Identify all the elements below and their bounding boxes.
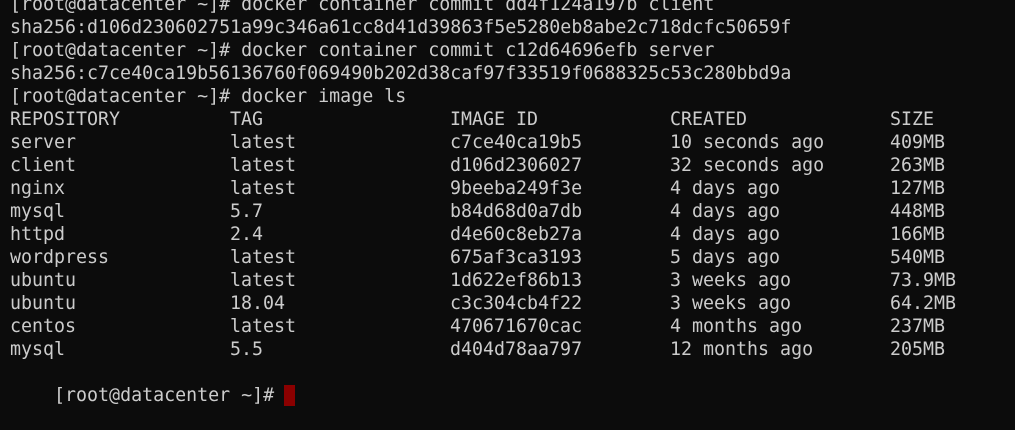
cell-created: 3 weeks ago [670, 293, 792, 314]
header-size: SIZE [890, 109, 935, 130]
cell-created: 5 days ago [670, 247, 781, 268]
cell-repository: httpd [10, 224, 66, 245]
header-tag: TAG [230, 109, 264, 130]
cell-image-id: 1d622ef86b13 [450, 270, 583, 291]
output-digest-1: sha256:d106d230602751a99c346a61cc8d41d39… [10, 17, 792, 38]
table-row: ubuntu 18.04 c3c304cb4f22 3 weeks ago 64… [10, 292, 1015, 315]
table-row: httpd 2.4 d4e60c8eb27a 4 days ago 166MB [10, 223, 1015, 246]
cell-size: 448MB [890, 201, 946, 222]
cell-repository: ubuntu [10, 270, 77, 291]
cell-repository: wordpress [10, 247, 110, 268]
header-created: CREATED [670, 109, 748, 130]
cell-created: 32 seconds ago [670, 155, 825, 176]
cell-tag: latest [230, 155, 297, 176]
cell-size: 127MB [890, 178, 946, 199]
table-row: server latest c7ce40ca19b5 10 seconds ag… [10, 131, 1015, 154]
cell-tag: 2.4 [230, 224, 264, 245]
cell-image-id: c3c304cb4f22 [450, 293, 583, 314]
cell-image-id: 675af3ca3193 [450, 247, 583, 268]
cell-tag: latest [230, 132, 297, 153]
cell-created: 3 weeks ago [670, 270, 792, 291]
cell-tag: 18.04 [230, 293, 286, 314]
cell-repository: mysql [10, 201, 66, 222]
command-line-1: [root@datacenter ~]# docker container co… [10, 0, 715, 15]
cell-image-id: c7ce40ca19b5 [450, 132, 583, 153]
cell-size: 64.2MB [890, 293, 957, 314]
text-cursor [284, 384, 296, 406]
cell-tag: latest [230, 270, 297, 291]
cell-size: 540MB [890, 247, 946, 268]
cell-image-id: d106d2306027 [450, 155, 583, 176]
cell-size: 263MB [890, 155, 946, 176]
cell-repository: ubuntu [10, 293, 77, 314]
cell-size: 237MB [890, 316, 946, 337]
output-digest-2: sha256:c7ce40ca19b56136760f069490b202d38… [10, 63, 792, 84]
command-line-2: [root@datacenter ~]# docker container co… [10, 40, 715, 61]
header-repository: REPOSITORY [10, 109, 121, 130]
cell-image-id: d404d78aa797 [450, 339, 583, 360]
cell-tag: latest [230, 247, 297, 268]
cell-created: 4 days ago [670, 201, 781, 222]
table-row: client latest d106d2306027 32 seconds ag… [10, 154, 1015, 177]
shell-prompt: [root@datacenter ~]# [54, 385, 275, 406]
cell-created: 4 days ago [670, 178, 781, 199]
cell-created: 10 seconds ago [670, 132, 825, 153]
cell-created: 4 months ago [670, 316, 803, 337]
cell-created: 4 days ago [670, 224, 781, 245]
cell-size: 166MB [890, 224, 946, 245]
table-row: centos latest 470671670cac 4 months ago … [10, 315, 1015, 338]
table-row: ubuntu latest 1d622ef86b13 3 weeks ago 7… [10, 269, 1015, 292]
cell-image-id: 470671670cac [450, 316, 583, 337]
cell-repository: client [10, 155, 77, 176]
cell-tag: 5.7 [230, 201, 264, 222]
table-row: nginx latest 9beeba249f3e 4 days ago 127… [10, 177, 1015, 200]
cell-tag: 5.5 [230, 339, 264, 360]
cell-size: 409MB [890, 132, 946, 153]
cell-tag: latest [230, 316, 297, 337]
cell-image-id: b84d68d0a7db [450, 201, 583, 222]
cell-size: 73.9MB [890, 270, 957, 291]
cell-repository: server [10, 132, 77, 153]
command-line-3: [root@datacenter ~]# docker image ls [10, 86, 407, 107]
cell-tag: latest [230, 178, 297, 199]
cell-size: 205MB [890, 339, 946, 360]
active-prompt-line[interactable]: [root@datacenter ~]# [10, 361, 1015, 406]
table-row: wordpress latest 675af3ca3193 5 days ago… [10, 246, 1015, 269]
table-row: mysql 5.5 d404d78aa797 12 months ago 205… [10, 338, 1015, 361]
cell-image-id: d4e60c8eb27a [450, 224, 583, 245]
cell-repository: nginx [10, 178, 66, 199]
cell-created: 12 months ago [670, 339, 814, 360]
table-row: mysql 5.7 b84d68d0a7db 4 days ago 448MB [10, 200, 1015, 223]
cell-repository: mysql [10, 339, 66, 360]
table-header: REPOSITORY TAG IMAGE ID CREATED SIZE [10, 108, 1015, 131]
cell-image-id: 9beeba249f3e [450, 178, 583, 199]
cell-repository: centos [10, 316, 77, 337]
terminal-window[interactable]: [root@datacenter ~]# docker container co… [10, 0, 1015, 429]
header-image-id: IMAGE ID [450, 109, 539, 130]
